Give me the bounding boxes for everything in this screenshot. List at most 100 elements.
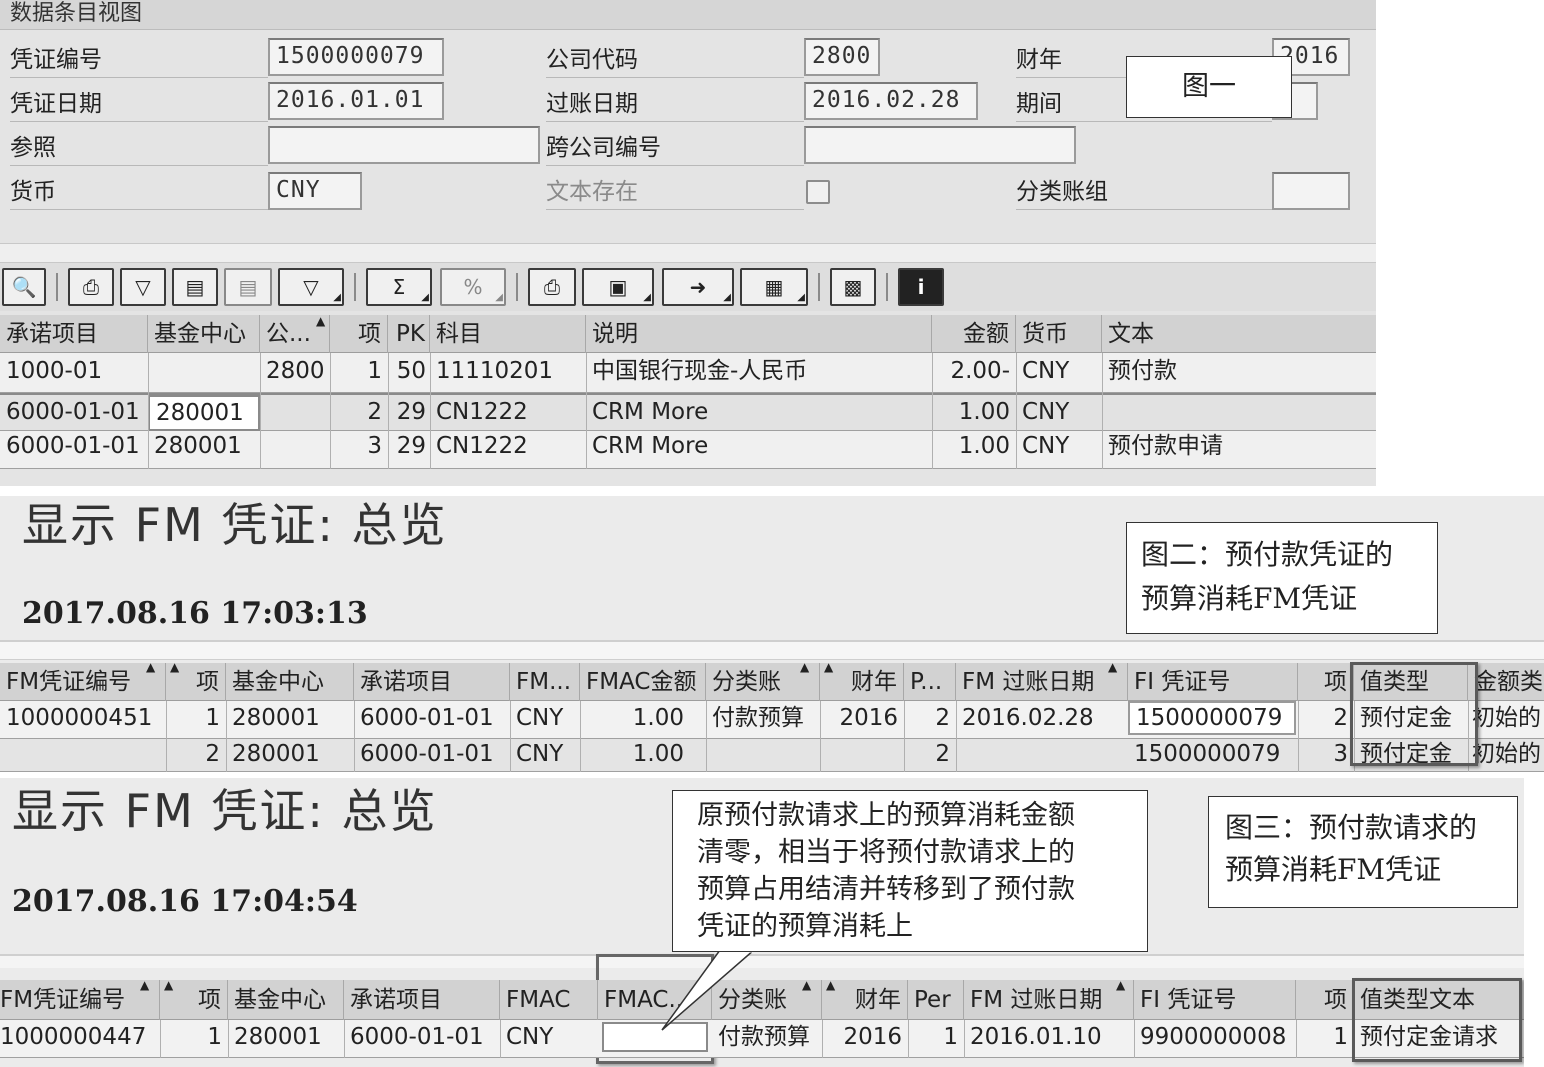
col-header-fund-center[interactable]: 基金中心 [148,315,260,353]
col-header-fm-doc-no[interactable]: FM凭证编号 [0,663,166,701]
col-header-account[interactable]: 科目 [430,315,586,353]
export-icon[interactable]: ▣ ◢ [582,268,654,306]
cell-pk: 50 [396,358,426,384]
cell-currency: CNY [1022,433,1070,459]
speech-callout-line4: 凭证的预算消耗上 [697,911,913,942]
posting-date-field[interactable]: 2016.02.28 [804,82,978,120]
cell-commitment-item: 6000-01-01 [6,399,140,425]
alv-toolbar: 🔍 ⎙ ▽ ▤ ▤ ▽ ◢ Σ ◢ % ◢ ⎙ ▣ ◢ ➜ ◢ ▦ ◢ ▩ i [0,263,1376,311]
col-header-fmac-amount[interactable]: FMAC金额 [580,663,706,701]
toolbar-divider [886,273,888,301]
col-header-fund-center[interactable]: 基金中心 [228,980,344,1020]
figure2-callout: 图二：预付款凭证的 预算消耗FM凭证 [1126,522,1438,634]
cell-commitment-item: 6000-01-01 [6,433,140,459]
cell-amount-type: 初始的 [1472,705,1541,731]
col-header-amount-type[interactable]: 金额类 [1468,663,1544,701]
col-header-text[interactable]: 文本 [1102,315,1376,353]
table-row[interactable]: 1000000451 1 280001 6000-01-01 CNY 1.00 … [0,701,1544,739]
table-row[interactable]: 6000-01-01 280001 2 29 CN1222 CRM More 1… [0,393,1376,431]
cell-description: CRM More [592,399,709,425]
cell-pk: 29 [396,433,426,459]
cell-fmac-currency: CNY [506,1024,554,1050]
col-header-fi-item[interactable]: 项 [1296,980,1354,1020]
col-header-fm-currency[interactable]: FM... [510,663,580,701]
text-exists-checkbox[interactable] [806,180,830,204]
cell-fm-doc-no: 1000000447 [0,1024,147,1050]
cell-item: 1 [367,358,382,384]
col-header-fi-doc-no[interactable]: FI 凭证号 [1128,663,1298,701]
chart-icon[interactable]: ▩ [830,268,876,306]
info-icon[interactable]: i [898,268,944,306]
col-header-fm-doc-no[interactable]: FM凭证编号 [0,980,160,1020]
cell-fiscal-year: 2016 [843,1024,902,1050]
col-header-fmac-currency[interactable]: FMAC [500,980,598,1020]
timestamp: 2017.08.16 17:03:13 [22,596,368,631]
col-header-item[interactable]: 项 [330,315,388,353]
cell-fund-center-focused[interactable]: 280001 [148,395,260,431]
sort-up-icon: ▲ [316,314,326,328]
grid-line [908,1020,909,1058]
cell-ledger: 付款预算 [712,705,804,731]
col-header-fi-item[interactable]: 项 [1298,663,1354,701]
col-header-commitment-item[interactable]: 承诺项目 [354,663,510,701]
col-header-period[interactable]: P... [904,663,956,701]
reference-field[interactable] [268,126,540,164]
doc-date-field[interactable]: 2016.01.01 [268,82,444,120]
sum-icon[interactable]: Σ ◢ [366,268,432,306]
filter-icon[interactable]: ▽ [120,268,166,306]
currency-field[interactable]: CNY [268,172,362,210]
col-header-fm-posting-date[interactable]: FM 过账日期 [964,980,1134,1020]
panel-title: 数据条目视图 [10,1,143,26]
find-icon[interactable]: ▤ [172,268,218,306]
cell-fi-doc-no-focused[interactable]: 1500000079 [1128,701,1296,735]
fm-document-overview-panel-2: 显示 FM 凭证: 总览 2017.08.16 17:03:13 图二：预付款凭… [0,496,1544,772]
col-header-fund-center[interactable]: 基金中心 [226,663,354,701]
cell-text: 预付款 [1108,358,1177,384]
table-row[interactable]: 6000-01-01 280001 3 29 CN1222 CRM More 1… [0,431,1376,469]
print-preview-icon[interactable]: ⎙ [528,268,576,306]
cross-company-label: 跨公司编号 [546,132,804,166]
cell-item: 1 [205,705,220,731]
col-header-fm-posting-date[interactable]: FM 过账日期 [956,663,1128,701]
col-header-commitment-item[interactable]: 承诺项目 [0,315,148,353]
col-header-commitment-item[interactable]: 承诺项目 [344,980,500,1020]
detail-icon[interactable]: 🔍 [2,268,46,306]
col-header-period[interactable]: Per [908,980,964,1020]
cell-commitment-item: 6000-01-01 [360,705,494,731]
cell-account: CN1222 [436,399,528,425]
col-header-pk[interactable]: PK [388,315,430,353]
cell-commitment-item: 1000-01 [6,358,103,384]
cell-period: 1 [943,1024,958,1050]
col-header-description[interactable]: 说明 [586,315,932,353]
cell-fm-currency: CNY [516,741,564,767]
change-layout-icon[interactable]: ▦ ◢ [740,268,808,306]
page-title: 显示 FM 凭证: 总览 [22,498,448,552]
find-next-icon[interactable]: ▤ [224,268,272,306]
local-file-icon[interactable]: ➜ ◢ [662,268,734,306]
col-header-fi-doc-no[interactable]: FI 凭证号 [1134,980,1296,1020]
cell-company: 2800 [266,358,325,384]
grid-line [510,701,511,772]
col-header-currency[interactable]: 货币 [1016,315,1102,353]
set-filter-icon[interactable]: ▽ ◢ [278,268,344,306]
cell-currency: CNY [1022,358,1070,384]
grid-line [580,701,581,772]
company-code-label: 公司代码 [546,44,804,78]
print-icon[interactable]: ⎙ [68,268,114,306]
sort-up-icon: ▲ [164,978,174,992]
cross-company-field[interactable] [804,126,1076,164]
panel-title-bar [0,0,1376,30]
table-row[interactable]: 2 280001 6000-01-01 CNY 1.00 2 150000007… [0,739,1544,772]
cell-period: 2 [935,705,950,731]
grid-line [964,1020,965,1058]
subtotal-icon[interactable]: % ◢ [440,268,506,306]
ledger-group-field[interactable] [1272,172,1350,210]
cell-commitment-item: 6000-01-01 [360,741,494,767]
grid-line [228,1020,229,1058]
cell-description: 中国银行现金-人民币 [592,358,808,384]
cell-account: CN1222 [436,433,528,459]
table-row[interactable]: 1000-01 2800 1 50 11110201 中国银行现金-人民币 2.… [0,353,1376,393]
doc-no-field[interactable]: 1500000079 [268,38,444,76]
col-header-amount[interactable]: 金额 [932,315,1016,353]
company-code-field[interactable]: 2800 [804,38,880,76]
